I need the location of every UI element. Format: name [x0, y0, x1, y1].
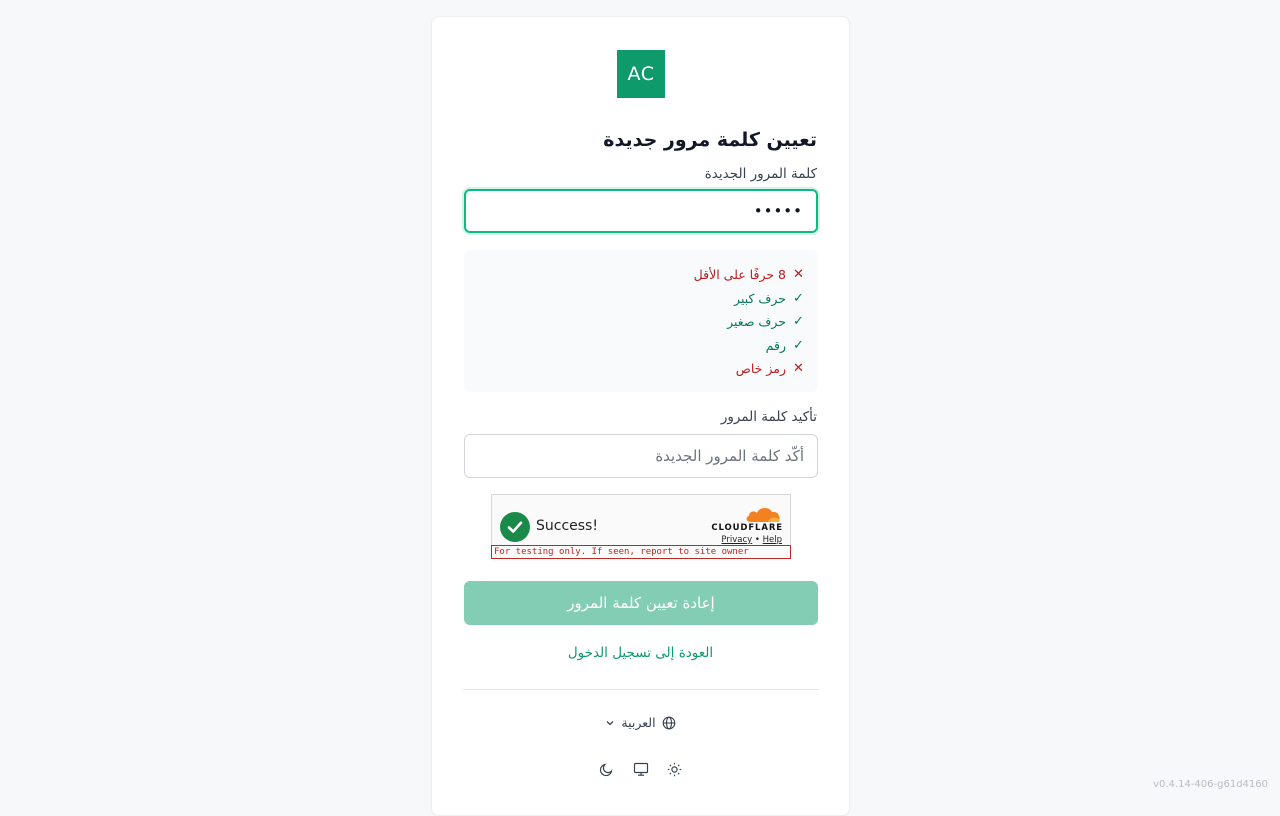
check-icon: ✓: [792, 314, 805, 329]
requirement-label: رقم: [766, 338, 786, 353]
requirement-special-char: ✕ رمز خاص: [464, 357, 805, 381]
divider: [463, 689, 819, 690]
light-theme-button[interactable]: [667, 761, 683, 777]
requirement-uppercase: ✓ حرف كبير: [464, 287, 805, 311]
requirement-label: حرف كبير: [734, 291, 786, 306]
success-check-icon: [500, 512, 530, 542]
captcha-test-warning: For testing only. If seen, report to sit…: [491, 545, 791, 559]
cloudflare-cloud-icon: [744, 505, 782, 523]
page-title: تعيين كلمة مرور جديدة: [603, 129, 817, 151]
theme-switcher: [432, 761, 849, 777]
app-logo: AC: [617, 50, 665, 98]
new-password-field[interactable]: •••••: [464, 189, 818, 233]
check-icon: ✓: [792, 291, 805, 306]
help-link[interactable]: Help: [763, 535, 782, 545]
reset-password-card: AC تعيين كلمة مرور جديدة كلمة المرور الج…: [431, 16, 850, 816]
logo-text: AC: [628, 63, 655, 85]
requirement-label: حرف صغير: [727, 314, 786, 329]
cloudflare-brand: CLOUDFLARE: [711, 523, 783, 533]
captcha-status: Success!: [536, 518, 598, 534]
requirement-label: رمز خاص: [736, 361, 786, 376]
language-label: العربية: [621, 715, 655, 730]
back-to-login-link[interactable]: العودة إلى تسجيل الدخول: [432, 645, 849, 661]
confirm-password-field[interactable]: أكّد كلمة المرور الجديدة: [464, 434, 818, 478]
privacy-link[interactable]: Privacy: [721, 535, 752, 545]
check-icon: ✓: [792, 338, 805, 353]
requirement-number: ✓ رقم: [464, 334, 805, 358]
new-password-label: كلمة المرور الجديدة: [705, 166, 817, 182]
link-separator: •: [755, 535, 760, 545]
x-icon: ✕: [792, 267, 805, 282]
moon-icon: [599, 762, 614, 777]
back-to-login-label[interactable]: العودة إلى تسجيل الدخول: [568, 645, 713, 661]
requirement-lowercase: ✓ حرف صغير: [464, 310, 805, 334]
reset-password-button[interactable]: إعادة تعيين كلمة المرور: [464, 581, 818, 625]
sun-icon: [667, 762, 682, 777]
confirm-password-placeholder: أكّد كلمة المرور الجديدة: [655, 447, 804, 465]
dark-theme-button[interactable]: [599, 761, 615, 777]
system-theme-button[interactable]: [633, 761, 649, 777]
confirm-password-label: تأكيد كلمة المرور: [721, 409, 817, 425]
password-requirements: ✕ 8 حرفًا على الأقل ✓ حرف كبير ✓ حرف صغي…: [464, 250, 818, 392]
monitor-icon: [633, 762, 649, 777]
requirement-min-length: ✕ 8 حرفًا على الأقل: [464, 263, 805, 287]
requirement-label: 8 حرفًا على الأقل: [694, 267, 786, 282]
x-icon: ✕: [792, 361, 805, 376]
chevron-down-icon: [605, 718, 615, 728]
captcha-links: Privacy • Help: [721, 535, 782, 545]
language-selector[interactable]: العربية: [432, 715, 849, 730]
new-password-value: •••••: [754, 202, 803, 220]
globe-icon: [662, 716, 676, 730]
version-label: v0.4.14-406-g61d4160: [1153, 779, 1268, 790]
